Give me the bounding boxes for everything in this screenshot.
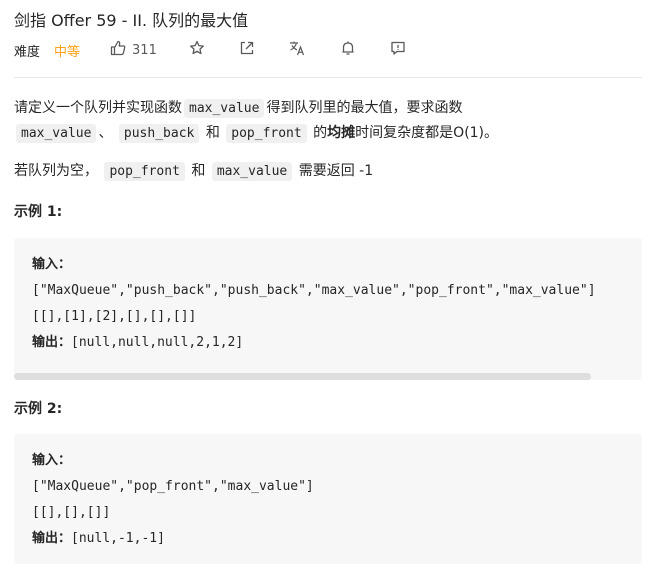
example-2-content: 输入： ["MaxQueue","pop_front","max_value"]…: [32, 448, 314, 552]
input-line-2: [[],[1],[2],[],[],[]]: [32, 309, 197, 324]
example-1-title: 示例 1:: [14, 204, 63, 220]
input-line-1: ["MaxQueue","pop_front","max_value"]: [32, 479, 314, 494]
description-paragraph-2: 若队列为空， pop_front 和 max_value 需要返回 -1: [14, 159, 654, 184]
share-icon: [239, 40, 255, 60]
inline-code: max_value: [211, 162, 293, 181]
favorite-button[interactable]: [189, 40, 205, 60]
like-button[interactable]: 311: [110, 40, 157, 60]
output-label: 输出：: [32, 335, 72, 350]
text: 和: [191, 163, 206, 179]
text: 的: [313, 125, 328, 141]
inline-code: pop_front: [226, 124, 307, 143]
translate-icon: [289, 40, 306, 60]
input-line-1: ["MaxQueue","push_back","push_back","max…: [32, 283, 596, 298]
example-2-code-block: 输入： ["MaxQueue","pop_front","max_value"]…: [14, 434, 642, 564]
text: 请定义一个队列并实现函数: [14, 100, 182, 116]
output-value: [null,null,null,2,1,2]: [71, 335, 244, 350]
inline-code: pop_front: [104, 162, 185, 181]
star-icon: [189, 40, 205, 60]
feedback-icon: [390, 40, 406, 60]
inline-code: max_value: [184, 99, 265, 118]
output-label: 输出：: [32, 531, 72, 546]
description-paragraph-1: 请定义一个队列并实现函数 max_value 得到队列里的最大值，要求函数 max_…: [14, 96, 654, 146]
example-1-content: 输入： ["MaxQueue","push_back","push_back",…: [32, 252, 596, 356]
notification-button[interactable]: [340, 40, 356, 60]
description-line-1: 请定义一个队列并实现函数 max_value 得到队列里的最大值，要求函数: [14, 96, 654, 121]
difficulty-label: 难度: [14, 44, 41, 60]
divider: [14, 77, 642, 78]
text: 若队列为空，: [14, 163, 98, 179]
translate-button[interactable]: [289, 40, 306, 60]
input-line-2: [[],[],[]]: [32, 505, 111, 520]
input-label: 输入：: [32, 453, 72, 468]
inline-code: push_back: [118, 124, 200, 143]
bell-icon: [340, 40, 356, 60]
difficulty-badge: 中等: [54, 44, 81, 60]
problem-title: 剑指 Offer 59 - II. 队列的最大值: [14, 11, 249, 30]
share-button[interactable]: [239, 40, 255, 60]
bold-text: 均摊: [327, 125, 356, 141]
input-label: 输入：: [32, 257, 72, 272]
description-line-2: max_value、 push_back 和 pop_front 的均摊时间复杂…: [14, 121, 654, 146]
text: 时间复杂度都是O(1)。: [355, 125, 499, 141]
example-1-code-block: 输入： ["MaxQueue","push_back","push_back",…: [14, 238, 642, 380]
inline-code: max_value: [16, 124, 97, 143]
text: 、: [98, 125, 113, 141]
text: 需要返回 -1: [298, 163, 374, 179]
example-2-title: 示例 2:: [14, 401, 63, 417]
output-value: [null,-1,-1]: [71, 531, 165, 546]
thumbs-up-icon: [110, 40, 132, 60]
likes-count: 311: [132, 42, 157, 58]
feedback-button[interactable]: [390, 40, 406, 60]
horizontal-scrollbar[interactable]: [14, 373, 591, 380]
text: 和: [205, 125, 220, 141]
problem-meta: 难度 中等 311: [14, 38, 440, 62]
text: 得到队列里的最大值，要求函数: [266, 100, 463, 116]
